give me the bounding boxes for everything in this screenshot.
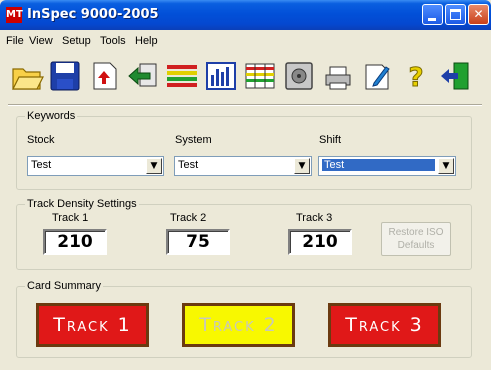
- system-dropdown[interactable]: Test ▼: [174, 156, 312, 176]
- track3-card[interactable]: Track 3: [328, 303, 441, 347]
- save-disk-icon: [50, 61, 80, 91]
- return-button[interactable]: [124, 57, 162, 95]
- open-folder-icon: [12, 68, 44, 90]
- restore-iso-defaults-button[interactable]: Restore ISO Defaults: [381, 222, 451, 256]
- chevron-down-icon[interactable]: ▼: [294, 158, 310, 174]
- card-summary-group-label: Card Summary: [25, 280, 103, 292]
- stock-value: Test: [31, 159, 52, 171]
- track2-label: Track 2: [170, 212, 207, 224]
- stock-label: Stock: [27, 134, 55, 146]
- track1-card[interactable]: Track 1: [36, 303, 149, 347]
- menu-file[interactable]: File: [6, 35, 24, 47]
- system-value: Test: [178, 159, 199, 171]
- track3-density-field[interactable]: 210: [288, 229, 352, 255]
- grid-button[interactable]: [241, 57, 279, 95]
- exit-button[interactable]: [436, 57, 474, 95]
- keywords-group-label: Keywords: [25, 110, 78, 122]
- svg-text:?: ?: [408, 63, 423, 93]
- menu-bar: File View Setup Tools Help: [0, 30, 491, 52]
- menu-setup[interactable]: Setup: [62, 35, 91, 47]
- track2-density-field[interactable]: 75: [166, 229, 230, 255]
- printer-icon: [325, 66, 351, 90]
- edit-button[interactable]: [358, 57, 396, 95]
- app-window: MT InSpec 9000-2005 ✕ File View Setup To…: [0, 0, 491, 370]
- window-title: InSpec 9000-2005: [27, 7, 159, 22]
- track1-density-field[interactable]: 210: [43, 229, 107, 255]
- track1-label: Track 1: [52, 212, 89, 224]
- menu-view[interactable]: View: [29, 35, 53, 47]
- chevron-down-icon[interactable]: ▼: [146, 158, 162, 174]
- toolbar-separator: [8, 104, 482, 106]
- ruler-button[interactable]: [163, 57, 201, 95]
- edit-document-icon: [365, 64, 390, 90]
- track3-label: Track 3: [296, 212, 333, 224]
- title-bar[interactable]: MT InSpec 9000-2005 ✕: [0, 0, 491, 30]
- system-label: System: [175, 134, 212, 146]
- close-icon: ✕: [473, 7, 484, 21]
- upload-document-icon: [93, 62, 117, 90]
- menu-help[interactable]: Help: [135, 35, 158, 47]
- shift-label: Shift: [319, 134, 342, 146]
- track2-card[interactable]: Track 2: [182, 303, 295, 347]
- minimize-button[interactable]: [422, 4, 443, 25]
- keywords-group: Keywords Stock System Shift Test ▼ Test …: [16, 110, 472, 190]
- print-button[interactable]: [319, 57, 357, 95]
- stock-dropdown[interactable]: Test ▼: [27, 156, 164, 176]
- grid-stripes-icon: [245, 63, 275, 89]
- help-question-icon: ?: [408, 63, 424, 94]
- ruler-stripes-icon: [167, 65, 197, 87]
- exit-door-icon: [441, 62, 469, 90]
- minimize-icon: [428, 18, 436, 21]
- upload-button[interactable]: [85, 57, 123, 95]
- return-arrow-icon: [128, 63, 157, 87]
- shift-dropdown[interactable]: Test ▼: [318, 156, 456, 176]
- safe-button[interactable]: [280, 57, 318, 95]
- app-logo-icon: MT: [6, 7, 23, 23]
- chevron-down-icon[interactable]: ▼: [438, 158, 454, 174]
- card-summary-group: Card Summary Track 1 Track 2 Track 3: [16, 280, 472, 358]
- maximize-icon: [450, 9, 461, 20]
- safe-icon: [285, 62, 313, 90]
- toolbar: ?: [0, 52, 491, 104]
- menu-tools[interactable]: Tools: [100, 35, 126, 47]
- chart-button[interactable]: [202, 57, 240, 95]
- track-density-group: Track Density Settings Track 1 Track 2 T…: [16, 198, 472, 270]
- help-button[interactable]: ?: [397, 57, 435, 95]
- track-density-group-label: Track Density Settings: [25, 198, 139, 210]
- bar-chart-icon: [206, 62, 236, 90]
- save-button[interactable]: [46, 57, 84, 95]
- shift-value: Test: [321, 158, 436, 172]
- maximize-button[interactable]: [445, 4, 466, 25]
- close-button[interactable]: ✕: [468, 4, 489, 25]
- open-button[interactable]: [8, 57, 46, 95]
